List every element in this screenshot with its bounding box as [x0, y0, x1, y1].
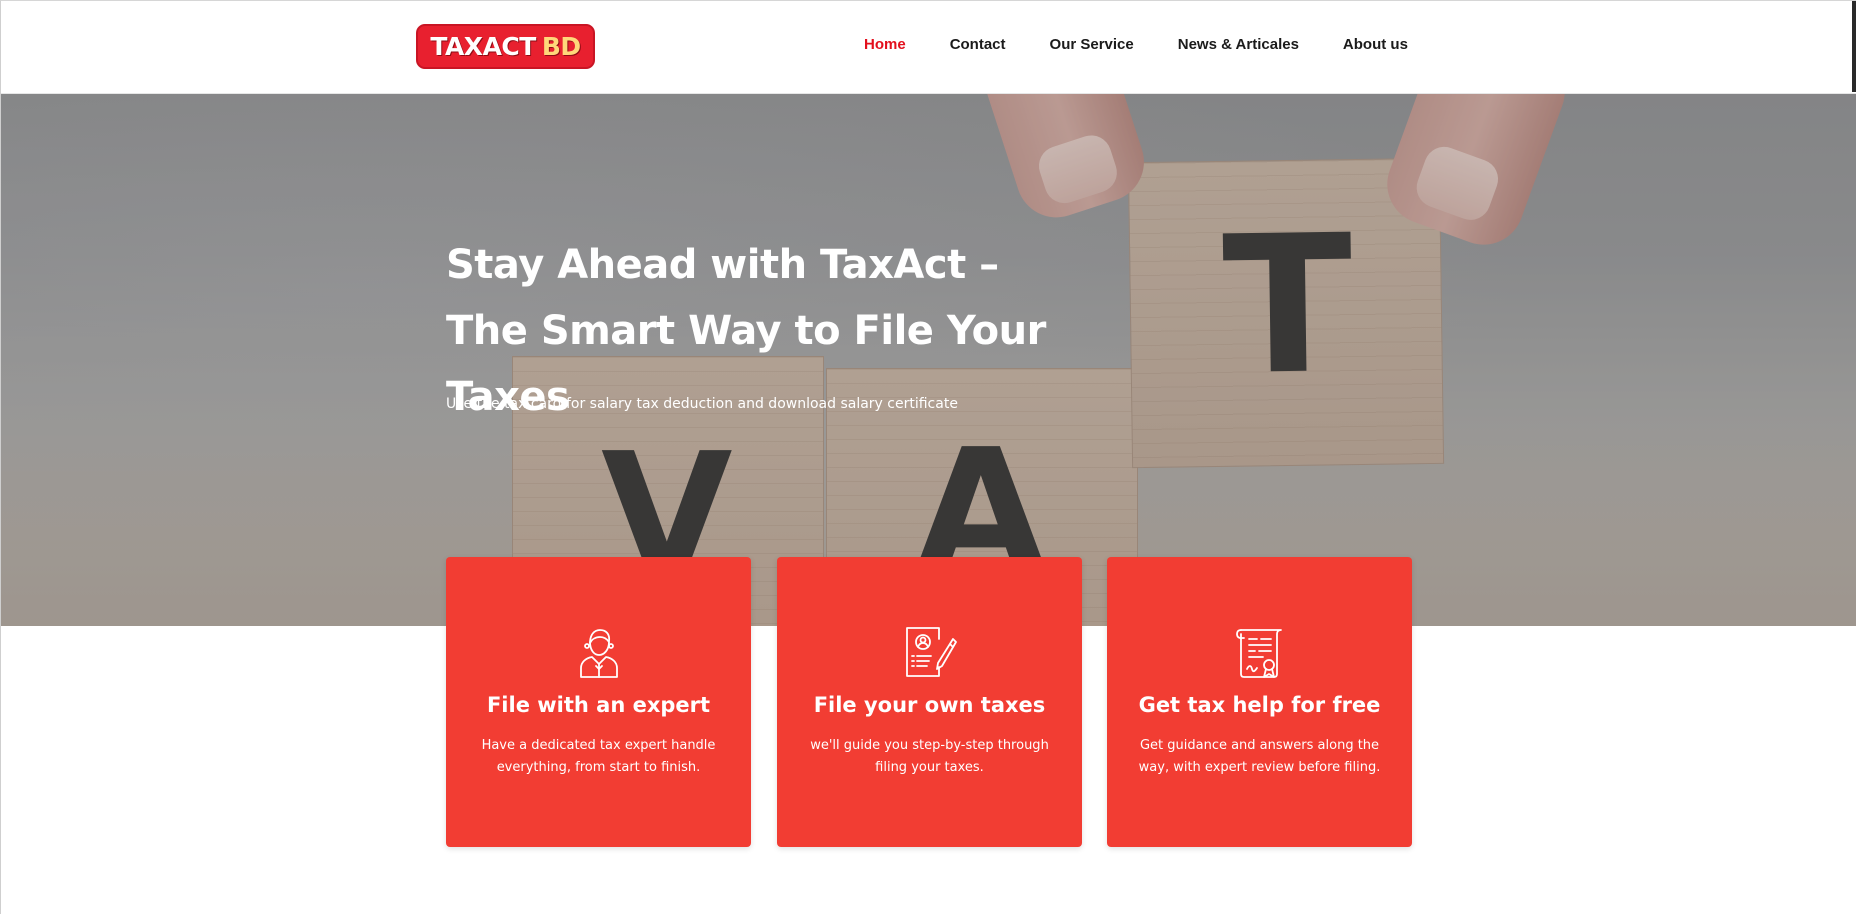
nav-item-news-articles[interactable]: News & Articales: [1178, 36, 1299, 53]
site-logo[interactable]: TAXACT BD: [416, 24, 595, 69]
expert-person-icon: [579, 629, 618, 678]
service-card-description: Have a dedicated tax expert handle every…: [481, 738, 716, 775]
scrollbar[interactable]: [1852, 0, 1856, 92]
service-card-own-taxes[interactable]: File your own taxes we'll guide you step…: [777, 557, 1082, 847]
site-header: TAXACT BD Home Contact Our Service News …: [0, 0, 1856, 94]
service-card-expert[interactable]: File with an expert Have a dedicated tax…: [446, 557, 751, 847]
service-card-title: File with an expert: [486, 693, 711, 717]
logo-text-accent: BD: [541, 32, 581, 61]
nav-item-home[interactable]: Home: [864, 36, 906, 53]
nav-item-our-service[interactable]: Our Service: [1050, 36, 1134, 53]
nav-item-about-us[interactable]: About us: [1343, 36, 1408, 53]
service-card-description: Get guidance and answers along the way, …: [1138, 738, 1381, 775]
logo-text-primary: TAXACT: [430, 32, 536, 61]
hero-subtitle: Use the tax card for salary tax deductio…: [446, 396, 958, 412]
service-card-title: Get tax help for free: [1138, 693, 1381, 717]
document-pen-icon: [905, 627, 957, 677]
main-nav: Home Contact Our Service News & Articale…: [864, 36, 1452, 53]
service-card-description: we'll guide you step-by-step through fil…: [810, 738, 1049, 775]
service-card-title: File your own taxes: [813, 693, 1046, 717]
nav-item-contact[interactable]: Contact: [950, 36, 1006, 53]
service-card-free-help[interactable]: Get tax help for free Get guidance and a…: [1107, 557, 1412, 847]
certificate-scroll-icon: [1235, 629, 1282, 678]
